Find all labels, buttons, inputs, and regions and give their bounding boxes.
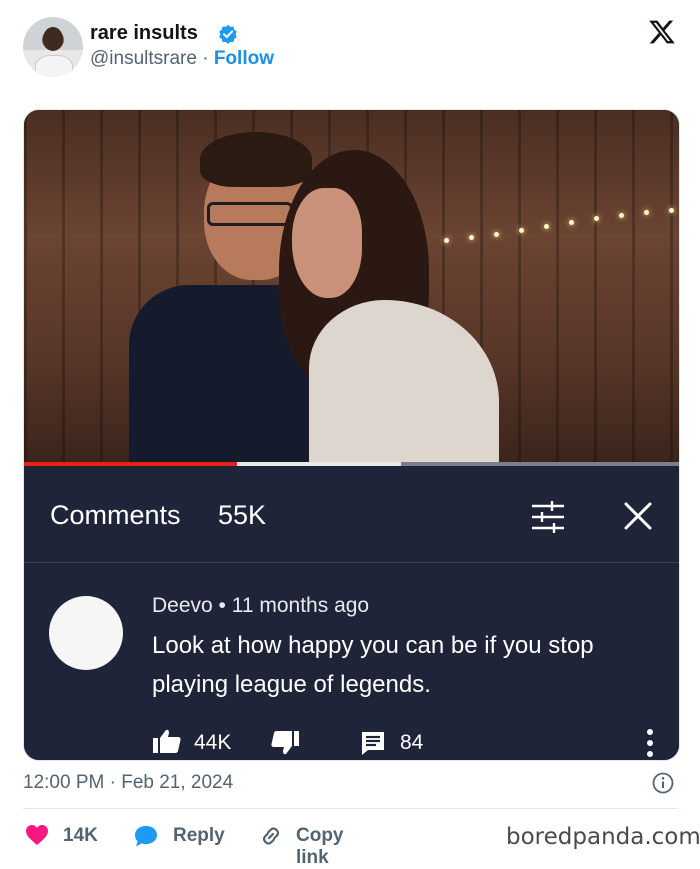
reply-comment-icon[interactable] <box>360 730 386 756</box>
reply-button[interactable]: Reply <box>173 825 225 847</box>
comment-meta-separator: • <box>212 594 232 617</box>
filter-icon[interactable] <box>530 500 566 534</box>
comments-count: 55K <box>218 500 267 530</box>
comment-time: 11 months ago <box>231 594 370 617</box>
reply-bubble-icon[interactable] <box>133 824 159 848</box>
handle-separator: · <box>196 48 214 69</box>
thumbs-down-icon[interactable] <box>270 730 300 756</box>
wedding-photo <box>24 110 679 475</box>
link-icon[interactable] <box>259 824 283 848</box>
glasses <box>207 202 293 226</box>
comments-panel: Comments 55K Deevo • 11 months ago Look … <box>24 466 679 760</box>
tweet-card: rare insults @insultsrare · Follow Comme… <box>0 0 700 868</box>
comment-author[interactable]: Deevo <box>152 594 213 617</box>
x-logo-icon[interactable] <box>648 18 676 46</box>
comment-meta: Deevo • 11 months ago <box>152 594 369 618</box>
close-icon[interactable] <box>622 500 654 532</box>
footer-divider <box>23 808 678 809</box>
more-options-icon[interactable] <box>644 728 656 758</box>
author-display-name[interactable]: rare insults <box>90 22 198 45</box>
author-avatar[interactable] <box>23 17 83 77</box>
info-icon[interactable] <box>652 772 674 794</box>
tweet-timestamp[interactable]: 12:00 PM · Feb 21, 2024 <box>23 772 233 794</box>
author-handle-line: @insultsrare · Follow <box>90 48 274 70</box>
heart-icon[interactable] <box>25 824 49 846</box>
author-handle[interactable]: @insultsrare <box>90 48 197 69</box>
follow-button[interactable]: Follow <box>214 48 274 69</box>
like-count[interactable]: 14K <box>63 825 98 847</box>
bride-face <box>292 188 362 298</box>
media-screenshot[interactable]: Comments 55K Deevo • 11 months ago Look … <box>23 109 680 761</box>
commenter-avatar[interactable] <box>49 596 123 670</box>
thumbs-up-icon[interactable] <box>152 728 182 754</box>
groom-hair <box>200 132 312 187</box>
comment-like-count: 44K <box>194 731 232 754</box>
comment-text: Look at how happy you can be if you stop… <box>152 632 594 698</box>
bride-dress <box>309 300 499 470</box>
verified-badge-icon <box>219 24 237 44</box>
comments-title: Comments <box>50 500 181 530</box>
copy-link-button[interactable]: Copy link <box>296 825 344 869</box>
watermark: boredpanda.com <box>506 824 700 850</box>
comment-reply-count: 84 <box>400 731 424 754</box>
comments-divider <box>24 562 679 563</box>
